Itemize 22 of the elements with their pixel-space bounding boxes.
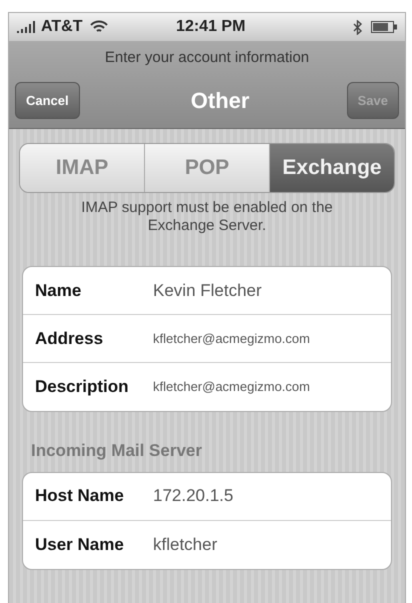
field-label: Address <box>35 328 104 350</box>
battery-icon <box>371 21 397 33</box>
input-field[interactable]: kfletcher@acmegizmo.com <box>153 328 391 348</box>
field-label: Host Name <box>35 485 125 508</box>
nav-title: Other <box>190 87 250 115</box>
field-label: User Name <box>35 534 125 556</box>
section-header: Incoming Mail Server <box>30 440 203 462</box>
nav-button[interactable]: Cancel <box>15 82 80 120</box>
input-field[interactable]: 172.20.1.5 <box>153 483 391 509</box>
field-label: Description <box>35 376 130 398</box>
input-field[interactable]: Kevin Fletcher <box>153 278 391 304</box>
carrier-name: AT&T <box>41 17 82 37</box>
signal-icon <box>17 21 37 33</box>
clock: 12:41 PM <box>175 17 246 37</box>
input-field[interactable]: kfletcher@acmegizmo.com <box>153 377 391 397</box>
note-text: IMAP support must be enabled on the Exchange Server. <box>80 198 334 236</box>
wifi-icon <box>90 20 108 34</box>
field-label: Name <box>35 280 82 302</box>
segment-tab[interactable]: Exchange <box>270 144 394 192</box>
bluetooth-icon <box>353 20 363 34</box>
prompt-text: Enter your account information <box>104 48 310 68</box>
input-field[interactable]: kfletcher <box>153 532 391 558</box>
